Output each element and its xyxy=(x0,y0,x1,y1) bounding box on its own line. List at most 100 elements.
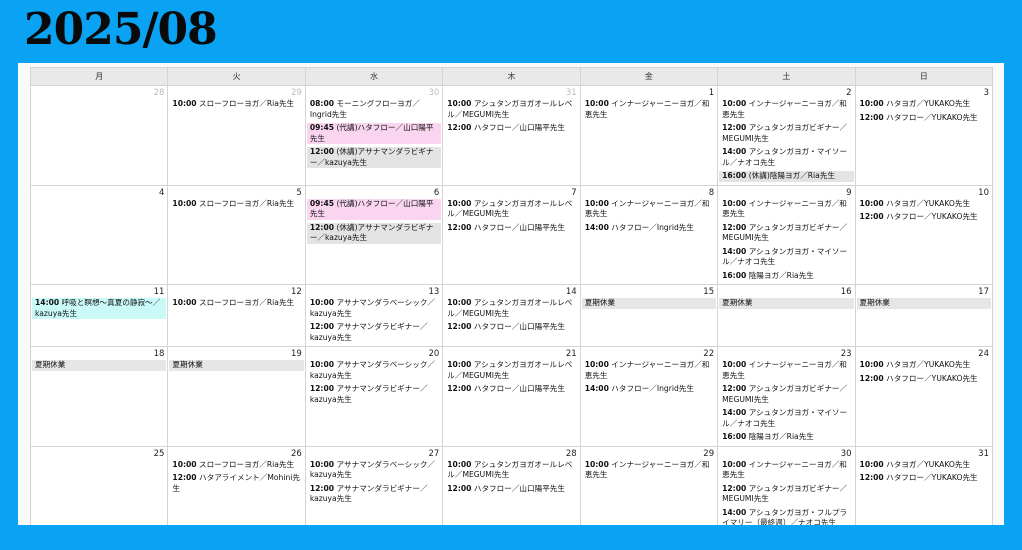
calendar-day-cell[interactable]: 9 10:00 インナージャーニーヨガ／和恵先生 12:00 アシュタンガヨガビギナ… xyxy=(717,184,856,285)
calendar-day-cell[interactable]: 22 10:00 インナージャーニーヨガ／和恵先生 14:00 ハタフロー／Ingr… xyxy=(579,346,719,447)
calendar-day-cell[interactable]: 26 10:00 スローフローヨガ／Ria先生 12:00 ハタアライメント／Moh… xyxy=(167,445,306,525)
class-event[interactable]: 12:00 ハタフロー／山口陽平先生 xyxy=(444,223,578,234)
class-event[interactable]: 14:00 アシュタンガヨガ・マイソール／ナオコ先生 xyxy=(719,247,853,268)
calendar-day-cell[interactable]: 17 夏期休業 xyxy=(854,284,994,347)
class-event[interactable]: 16:00 (休講)陰陽ヨガ／Ria先生 xyxy=(719,171,854,182)
class-event[interactable]: 10:00 アシュタンガヨガオールレベル／MEGUMI先生 xyxy=(444,199,578,220)
calendar-day-cell[interactable]: 8 10:00 インナージャーニーヨガ／和恵先生 14:00 ハタフロー／Ingri… xyxy=(579,184,719,285)
class-event[interactable]: 10:00 アシュタンガヨガオールレベル／MEGUMI先生 xyxy=(444,298,578,319)
calendar-day-cell[interactable]: 3 10:00 ハタヨガ／YUKAKO先生 12:00 ハタフロー／YUKAKO先生 xyxy=(854,85,994,186)
class-event[interactable]: 12:00 アサナマンダラビギナー／kazuya先生 xyxy=(307,384,441,405)
calendar-day-cell[interactable]: 28 xyxy=(29,85,169,186)
class-event[interactable]: 16:00 陰陽ヨガ／Ria先生 xyxy=(719,271,853,282)
holiday-event[interactable]: 夏期休業 xyxy=(32,360,167,371)
weekday-header-wed: 水 xyxy=(304,67,444,86)
calendar-day-cell[interactable]: 24 10:00 ハタヨガ／YUKAKO先生 12:00 ハタフロー／YUKAKO先… xyxy=(854,346,994,447)
class-event[interactable]: 14:00 アシュタンガヨガ・フルプライマリー（最終週）／ナオコ先生 xyxy=(719,508,853,526)
class-event[interactable]: 10:00 インナージャーニーヨガ／和恵先生 xyxy=(582,360,716,381)
class-event[interactable]: 12:00 ハタフロー／山口陽平先生 xyxy=(444,384,578,395)
class-event[interactable]: 10:00 スローフローヨガ／Ria先生 xyxy=(169,298,303,309)
class-event[interactable]: 12:00 ハタフロー／山口陽平先生 xyxy=(444,484,578,495)
class-event[interactable]: 10:00 ハタヨガ／YUKAKO先生 xyxy=(857,99,991,110)
class-event[interactable]: 10:00 ハタヨガ／YUKAKO先生 xyxy=(857,460,991,471)
holiday-event[interactable]: 夏期休業 xyxy=(856,298,991,309)
calendar-day-cell[interactable]: 29 10:00 インナージャーニーヨガ／和恵先生 xyxy=(579,445,719,525)
class-event[interactable]: 12:00 アシュタンガヨガビギナー／MEGUMI先生 xyxy=(719,123,853,144)
calendar-day-cell[interactable]: 27 10:00 アサナマンダラベーシック／kazuya先生 12:00 アサナマン… xyxy=(304,445,444,525)
class-event[interactable]: 10:00 インナージャーニーヨガ／和恵先生 xyxy=(719,460,853,481)
holiday-event[interactable]: 夏期休業 xyxy=(581,298,717,309)
calendar-day-cell[interactable]: 5 10:00 スローフローヨガ／Ria先生 xyxy=(167,184,306,285)
class-event[interactable]: 16:00 陰陽ヨガ／Ria先生 xyxy=(719,432,853,443)
holiday-event[interactable]: 夏期休業 xyxy=(719,298,854,309)
class-event[interactable]: 10:00 インナージャーニーヨガ／和恵先生 xyxy=(582,199,716,220)
class-event[interactable]: 10:00 インナージャーニーヨガ／和恵先生 xyxy=(719,360,853,381)
class-event[interactable]: 12:00 ハタフロー／YUKAKO先生 xyxy=(857,113,991,124)
class-event[interactable]: 12:00 アシュタンガヨガビギナー／MEGUMI先生 xyxy=(719,223,853,244)
calendar-day-cell[interactable]: 6 09:45 (代講)ハタフロー／山口陽平先生 12:00 (休講)アサナマンダラ… xyxy=(304,184,444,285)
calendar-day-cell[interactable]: 25 xyxy=(29,445,169,525)
class-event[interactable]: 10:00 アシュタンガヨガオールレベル／MEGUMI先生 xyxy=(444,99,578,120)
class-event[interactable]: 14:00 ハタフロー／Ingrid先生 xyxy=(582,384,716,395)
class-event[interactable]: 12:00 (休講)アサナマンダラビギナー／kazuya先生 xyxy=(306,147,442,168)
class-event[interactable]: 10:00 アサナマンダラベーシック／kazuya先生 xyxy=(307,460,441,481)
calendar-day-cell[interactable]: 30 10:00 インナージャーニーヨガ／和恵先生 12:00 アシュタンガヨガビギ… xyxy=(717,445,856,526)
class-event[interactable]: 12:00 アシュタンガヨガビギナー／MEGUMI先生 xyxy=(719,384,853,405)
class-event[interactable]: 10:00 スローフローヨガ／Ria先生 xyxy=(169,460,303,471)
calendar-day-cell[interactable]: 29 10:00 スローフローヨガ／Ria先生 xyxy=(167,85,306,186)
class-event[interactable]: 08:00 モーニングフローヨガ／Ingrid先生 xyxy=(307,99,441,120)
class-event[interactable]: 12:00 ハタアライメント／Mohini先生 xyxy=(169,473,303,494)
calendar-day-cell[interactable]: 28 10:00 アシュタンガヨガオールレベル／MEGUMI先生 12:00 ハタフ… xyxy=(442,445,581,525)
class-event[interactable]: 09:45 (代講)ハタフロー／山口陽平先生 xyxy=(306,123,442,144)
class-event[interactable]: 12:00 ハタフロー／YUKAKO先生 xyxy=(857,374,991,385)
calendar-day-cell[interactable]: 20 10:00 アサナマンダラベーシック／kazuya先生 12:00 アサナマン… xyxy=(304,346,444,447)
calendar-day-cell[interactable]: 16 夏期休業 xyxy=(717,284,856,347)
calendar-day-cell[interactable]: 18 夏期休業 xyxy=(29,346,169,447)
class-event[interactable]: 10:00 インナージャーニーヨガ／和恵先生 xyxy=(719,99,853,120)
calendar-day-cell[interactable]: 7 10:00 アシュタンガヨガオールレベル／MEGUMI先生 12:00 ハタフロ… xyxy=(442,184,581,285)
class-event[interactable]: 12:00 ハタフロー／山口陽平先生 xyxy=(444,123,578,134)
calendar-day-cell[interactable]: 21 10:00 アシュタンガヨガオールレベル／MEGUMI先生 12:00 ハタフ… xyxy=(442,346,581,447)
class-event[interactable]: 12:00 ハタフロー／山口陽平先生 xyxy=(444,322,578,333)
class-event[interactable]: 10:00 ハタヨガ／YUKAKO先生 xyxy=(857,199,991,210)
calendar-day-cell[interactable]: 23 10:00 インナージャーニーヨガ／和恵先生 12:00 アシュタンガヨガビギ… xyxy=(717,346,856,447)
calendar-day-cell[interactable]: 19 夏期休業 xyxy=(167,346,306,447)
holiday-event[interactable]: 夏期休業 xyxy=(169,360,304,371)
class-event[interactable]: 10:00 アサナマンダラベーシック／kazuya先生 xyxy=(307,360,441,381)
class-event[interactable]: 10:00 アサナマンダラベーシック／kazuya先生 xyxy=(307,298,441,319)
class-event[interactable]: 10:00 インナージャーニーヨガ／和恵先生 xyxy=(582,460,716,481)
class-event[interactable]: 10:00 アシュタンガヨガオールレベル／MEGUMI先生 xyxy=(444,460,578,481)
calendar-day-cell[interactable]: 30 08:00 モーニングフローヨガ／Ingrid先生 09:45 (代講)ハタフ… xyxy=(304,85,444,186)
calendar-day-cell[interactable]: 31 10:00 ハタヨガ／YUKAKO先生 12:00 ハタフロー／YUKAKO先… xyxy=(854,445,994,525)
calendar-day-cell[interactable]: 10 10:00 ハタヨガ／YUKAKO先生 12:00 ハタフロー／YUKAKO先… xyxy=(854,184,994,285)
class-event[interactable]: 10:00 スローフローヨガ／Ria先生 xyxy=(169,199,303,210)
class-event[interactable]: 14:00 アシュタンガヨガ・マイソール／ナオコ先生 xyxy=(719,408,853,429)
class-event[interactable]: 14:00 アシュタンガヨガ・マイソール／ナオコ先生 xyxy=(719,147,853,168)
class-event[interactable]: 14:00 呼吸と瞑想～真夏の静寂～／kazuya先生 xyxy=(32,298,167,319)
day-number: 19 xyxy=(291,349,302,359)
calendar-day-cell[interactable]: 11 14:00 呼吸と瞑想～真夏の静寂～／kazuya先生 xyxy=(29,284,169,347)
calendar-day-cell[interactable]: 15 夏期休業 xyxy=(579,284,719,347)
class-event[interactable]: 12:00 ハタフロー／YUKAKO先生 xyxy=(857,473,991,484)
class-event[interactable]: 14:00 ハタフロー／Ingrid先生 xyxy=(582,223,716,234)
class-event[interactable]: 12:00 (休講)アサナマンダラビギナー／kazuya先生 xyxy=(306,222,442,244)
class-event[interactable]: 10:00 アシュタンガヨガオールレベル／MEGUMI先生 xyxy=(444,360,578,381)
event-time: 12:00 xyxy=(722,222,747,232)
class-event[interactable]: 10:00 スローフローヨガ／Ria先生 xyxy=(169,99,303,110)
class-event[interactable]: 09:45 (代講)ハタフロー／山口陽平先生 xyxy=(306,198,442,220)
class-event[interactable]: 10:00 インナージャーニーヨガ／和恵先生 xyxy=(582,99,716,120)
class-event[interactable]: 10:00 インナージャーニーヨガ／和恵先生 xyxy=(719,199,853,220)
calendar-grid: 月 火 水 木 金 土 日 28 29 10:00 スローフローヨガ／Ria先生 30… xyxy=(29,67,994,526)
calendar-day-cell[interactable]: 14 10:00 アシュタンガヨガオールレベル／MEGUMI先生 12:00 ハタフ… xyxy=(442,284,581,347)
calendar-day-cell[interactable]: 31 10:00 アシュタンガヨガオールレベル／MEGUMI先生 12:00 ハタフ… xyxy=(442,85,581,186)
class-event[interactable]: 12:00 ハタフロー／YUKAKO先生 xyxy=(857,212,991,223)
calendar-day-cell[interactable]: 4 xyxy=(29,184,169,285)
class-event[interactable]: 12:00 アシュタンガヨガビギナー／MEGUMI先生 xyxy=(719,484,853,505)
calendar-day-cell[interactable]: 12 10:00 スローフローヨガ／Ria先生 xyxy=(167,284,306,347)
calendar-day-cell[interactable]: 1 10:00 インナージャーニーヨガ／和恵先生 xyxy=(579,85,719,186)
class-event[interactable]: 12:00 アサナマンダラビギナー／kazuya先生 xyxy=(307,484,441,505)
class-event[interactable]: 12:00 アサナマンダラビギナー／kazuya先生 xyxy=(307,322,441,343)
calendar-day-cell[interactable]: 2 10:00 インナージャーニーヨガ／和恵先生 12:00 アシュタンガヨガビギナ… xyxy=(717,85,856,186)
calendar-day-cell[interactable]: 13 10:00 アサナマンダラベーシック／kazuya先生 12:00 アサナマン… xyxy=(304,284,444,347)
class-event[interactable]: 10:00 ハタヨガ／YUKAKO先生 xyxy=(857,360,991,371)
